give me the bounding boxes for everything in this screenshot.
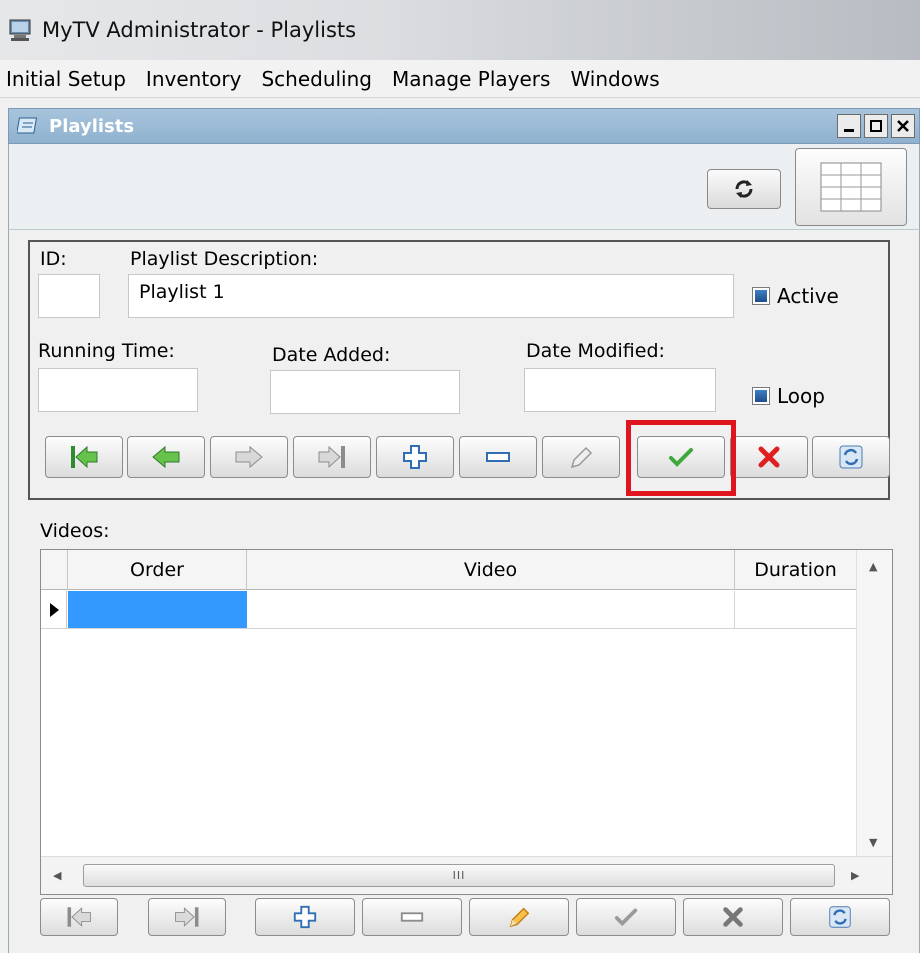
edit-record-button[interactable]	[542, 436, 620, 478]
menu-windows[interactable]: Windows	[562, 67, 671, 91]
last-icon	[175, 907, 199, 927]
column-header-order[interactable]: Order	[68, 550, 247, 590]
first-icon	[67, 907, 91, 927]
column-header-duration[interactable]: Duration	[735, 550, 856, 590]
scroll-right-icon[interactable]: ▶	[851, 869, 859, 882]
videos-label: Videos:	[40, 520, 110, 542]
close-icon	[897, 120, 909, 132]
vertical-scrollbar[interactable]: ▲ ▼	[856, 550, 892, 856]
grid-edit-button[interactable]	[469, 898, 569, 936]
save-icon	[614, 908, 638, 927]
order-cell[interactable]	[68, 591, 247, 628]
next-icon	[235, 445, 263, 469]
toolbar	[8, 144, 920, 230]
scroll-left-icon[interactable]: ◀	[53, 869, 61, 882]
minimize-icon	[844, 129, 854, 132]
date-modified-field[interactable]	[524, 368, 716, 412]
loop-checkbox[interactable]: Loop	[752, 384, 825, 408]
active-checkbox-box	[752, 287, 770, 305]
date-added-label: Date Added:	[272, 344, 391, 366]
loop-label: Loop	[777, 384, 825, 408]
scroll-down-icon[interactable]: ▼	[869, 836, 877, 849]
add-record-button[interactable]	[376, 436, 454, 478]
reload-button[interactable]	[707, 169, 781, 209]
save-icon	[669, 448, 693, 467]
active-checkbox[interactable]: Active	[752, 284, 839, 308]
menu-bar: Initial Setup Inventory Scheduling Manag…	[0, 60, 920, 98]
previous-record-button[interactable]	[127, 436, 205, 478]
video-cell[interactable]	[247, 591, 735, 628]
running-time-field[interactable]	[38, 368, 198, 412]
playlists-window-header: Playlists	[8, 108, 920, 144]
horizontal-scroll-thumb[interactable]: III	[83, 864, 835, 887]
grid-save-button[interactable]	[576, 898, 676, 936]
horizontal-scrollbar[interactable]: ◀ III ▶	[41, 856, 892, 894]
table-row[interactable]	[41, 591, 856, 629]
menu-initial-setup[interactable]: Initial Setup	[0, 67, 138, 91]
videos-grid[interactable]: Order Video Duration ▲ ▼ ◀ III ▶	[40, 549, 893, 895]
row-indicator	[41, 591, 67, 629]
first-record-button[interactable]	[45, 436, 123, 478]
save-record-button[interactable]	[637, 436, 725, 478]
reload-icon	[735, 180, 753, 198]
current-row-arrow-icon	[49, 603, 59, 617]
loop-checkbox-box	[752, 387, 770, 405]
menu-manage-players[interactable]: Manage Players	[384, 67, 562, 91]
refresh-icon	[839, 445, 863, 469]
grid-refresh-button[interactable]	[790, 898, 890, 936]
id-field[interactable]	[38, 274, 100, 318]
edit-icon	[509, 907, 530, 928]
refresh-record-button[interactable]	[812, 436, 890, 478]
column-header-video[interactable]: Video	[247, 550, 735, 590]
minimize-button[interactable]	[837, 114, 861, 138]
description-label: Playlist Description:	[130, 248, 319, 270]
grid-cancel-button[interactable]	[683, 898, 783, 936]
last-icon	[318, 445, 345, 469]
playlists-window-title: Playlists	[49, 115, 135, 137]
scroll-grip: III	[452, 869, 466, 882]
window-title: MyTV Administrator - Playlists	[42, 18, 357, 42]
maximize-icon	[870, 120, 882, 132]
delete-record-button[interactable]	[459, 436, 537, 478]
maximize-button[interactable]	[864, 114, 888, 138]
add-icon	[293, 905, 317, 929]
date-added-field[interactable]	[270, 370, 460, 414]
delete-icon	[486, 452, 510, 462]
first-icon	[71, 445, 98, 469]
grid-add-button[interactable]	[255, 898, 355, 936]
previous-icon	[152, 445, 180, 469]
playlist-icon	[17, 117, 38, 134]
cancel-icon	[723, 907, 743, 927]
title-bar: MyTV Administrator - Playlists	[0, 0, 920, 60]
cancel-icon	[758, 446, 780, 468]
row-header-corner	[41, 550, 68, 590]
grid-view-button[interactable]	[795, 148, 907, 226]
menu-scheduling[interactable]: Scheduling	[253, 67, 384, 91]
delete-icon	[400, 912, 424, 922]
grid-icon	[820, 162, 882, 212]
active-label: Active	[777, 284, 839, 308]
add-icon	[403, 445, 427, 469]
menu-inventory[interactable]: Inventory	[138, 67, 254, 91]
grid-first-button[interactable]	[40, 898, 118, 936]
close-button[interactable]	[891, 114, 915, 138]
grid-delete-button[interactable]	[362, 898, 462, 936]
grid-next-button[interactable]	[148, 898, 226, 936]
refresh-icon	[829, 906, 851, 928]
scroll-up-icon[interactable]: ▲	[869, 560, 877, 573]
cancel-record-button[interactable]	[730, 436, 808, 478]
id-label: ID:	[40, 248, 67, 270]
description-field[interactable]: Playlist 1	[128, 274, 734, 318]
edit-icon	[570, 446, 593, 469]
next-record-button[interactable]	[210, 436, 288, 478]
app-computer-icon	[9, 19, 31, 41]
date-modified-label: Date Modified:	[526, 340, 665, 362]
last-record-button[interactable]	[293, 436, 371, 478]
grid-header: Order Video Duration	[41, 550, 892, 590]
running-time-label: Running Time:	[38, 340, 175, 362]
